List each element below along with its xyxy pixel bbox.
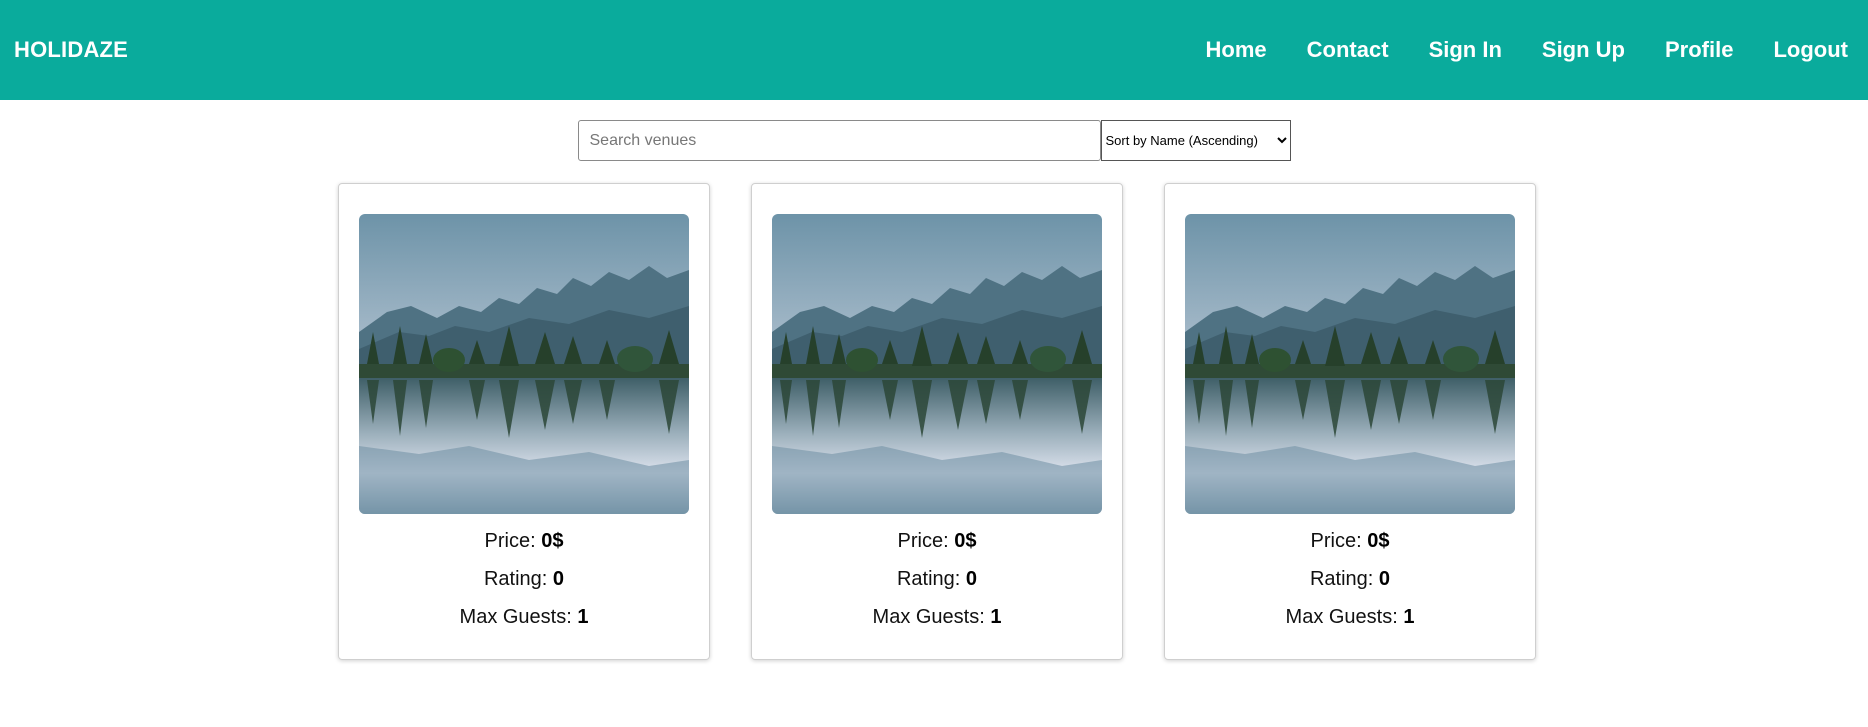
price-value: 0$	[541, 530, 564, 552]
price-value: 0$	[1367, 530, 1390, 552]
max-guests-value: 1	[577, 606, 589, 628]
sort-select[interactable]: Sort by Name (Ascending)	[1100, 120, 1291, 161]
rating-value: 0	[1378, 568, 1391, 590]
venue-price: Price: 0$	[898, 530, 977, 553]
max-guests-label: Max Guests:	[1285, 606, 1404, 628]
max-guests-label: Max Guests:	[459, 606, 578, 628]
rating-label: Rating:	[896, 568, 966, 590]
venue-rating: Rating: 0	[897, 568, 977, 591]
venue-info: Price: 0$ Rating: 0 Max Guests: 1	[460, 530, 589, 629]
venue-info: Price: 0$ Rating: 0 Max Guests: 1	[873, 530, 1002, 629]
venue-max-guests: Max Guests: 1	[1286, 606, 1415, 629]
navbar: HOLIDAZE Home Contact Sign In Sign Up Pr…	[0, 0, 1868, 100]
nav-logout-link[interactable]: Logout	[1773, 37, 1848, 63]
max-guests-value: 1	[990, 606, 1002, 628]
venue-rating: Rating: 0	[484, 568, 564, 591]
venue-price: Price: 0$	[1311, 530, 1390, 553]
price-label: Price:	[1310, 530, 1368, 552]
venue-card[interactable]: Price: 0$ Rating: 0 Max Guests: 1	[1164, 183, 1536, 660]
venue-max-guests: Max Guests: 1	[460, 606, 589, 629]
nav-sign-in-link[interactable]: Sign In	[1429, 37, 1502, 63]
rating-value: 0	[552, 568, 565, 590]
nav-home-link[interactable]: Home	[1206, 37, 1267, 63]
price-label: Price:	[484, 530, 542, 552]
venue-card[interactable]: Price: 0$ Rating: 0 Max Guests: 1	[751, 183, 1123, 660]
nav-contact-link[interactable]: Contact	[1307, 37, 1389, 63]
venue-image[interactable]	[1185, 214, 1515, 514]
venue-image[interactable]	[359, 214, 689, 514]
price-value: 0$	[954, 530, 977, 552]
venue-card[interactable]: Price: 0$ Rating: 0 Max Guests: 1	[338, 183, 710, 660]
max-guests-label: Max Guests:	[872, 606, 991, 628]
rating-label: Rating:	[1309, 568, 1379, 590]
venue-image[interactable]	[772, 214, 1102, 514]
venue-price: Price: 0$	[485, 530, 564, 553]
search-sort-controls: Sort by Name (Ascending)	[0, 120, 1868, 161]
rating-label: Rating:	[483, 568, 553, 590]
venue-max-guests: Max Guests: 1	[873, 606, 1002, 629]
price-label: Price:	[897, 530, 955, 552]
max-guests-value: 1	[1403, 606, 1415, 628]
venue-info: Price: 0$ Rating: 0 Max Guests: 1	[1286, 530, 1415, 629]
search-input[interactable]	[577, 120, 1101, 161]
venue-card-list: Price: 0$ Rating: 0 Max Guests: 1 Price:…	[6, 183, 1868, 660]
nav-sign-up-link[interactable]: Sign Up	[1542, 37, 1625, 63]
rating-value: 0	[965, 568, 978, 590]
nav-profile-link[interactable]: Profile	[1665, 37, 1733, 63]
nav-links: Home Contact Sign In Sign Up Profile Log…	[1206, 37, 1854, 63]
venue-rating: Rating: 0	[1310, 568, 1390, 591]
brand-logo[interactable]: HOLIDAZE	[14, 37, 128, 63]
